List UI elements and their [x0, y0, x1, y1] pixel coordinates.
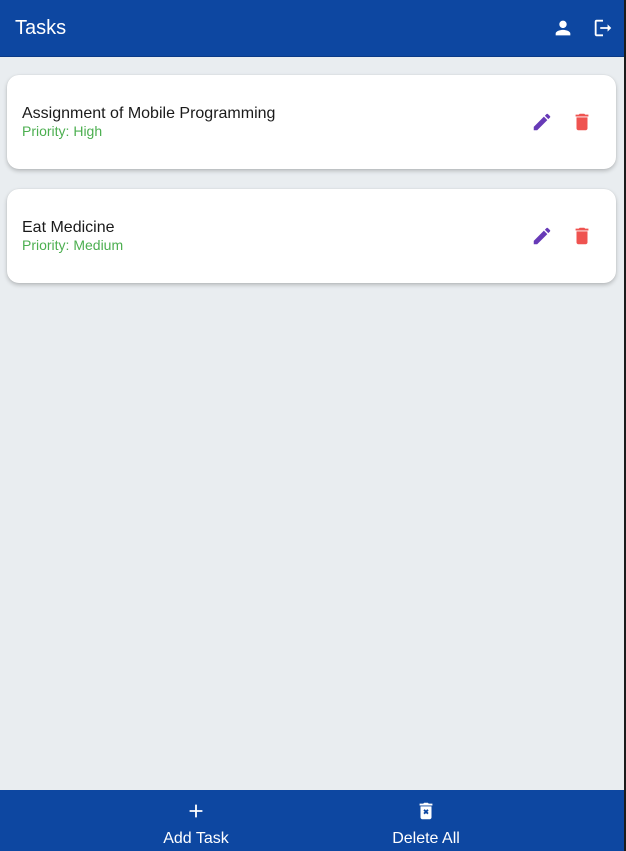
trash-icon — [575, 227, 589, 245]
task-priority: Priority: Medium — [22, 237, 124, 253]
delete-task-button[interactable] — [570, 224, 594, 248]
delete-all-icon — [419, 802, 433, 820]
add-task-label: Add Task — [163, 830, 229, 847]
task-card[interactable]: Assignment of Mobile Programming Priorit… — [7, 75, 616, 169]
plus-icon — [189, 804, 203, 818]
task-title: Eat Medicine — [22, 219, 115, 236]
bottom-navigation: Add Task Delete All — [0, 790, 626, 851]
app-bar: Tasks — [0, 0, 626, 57]
task-text: Eat Medicine Priority: Medium — [22, 218, 123, 254]
task-card[interactable]: Eat Medicine Priority: Medium — [7, 189, 616, 283]
edit-icon — [533, 227, 551, 245]
delete-all-button[interactable]: Delete All — [376, 790, 476, 851]
logout-button[interactable] — [590, 15, 616, 41]
edit-icon — [533, 113, 551, 131]
trash-icon — [575, 113, 589, 131]
profile-button[interactable] — [550, 15, 576, 41]
page-title: Tasks — [15, 16, 67, 39]
app-bar-actions — [550, 15, 616, 41]
task-actions — [530, 110, 594, 134]
delete-all-label: Delete All — [392, 830, 460, 847]
task-text: Assignment of Mobile Programming Priorit… — [22, 104, 275, 140]
task-actions — [530, 224, 594, 248]
edit-task-button[interactable] — [530, 110, 554, 134]
logout-icon — [594, 19, 612, 37]
add-task-button[interactable]: Add Task — [146, 790, 246, 851]
edit-task-button[interactable] — [530, 224, 554, 248]
delete-task-button[interactable] — [570, 110, 594, 134]
person-icon — [555, 20, 571, 36]
task-priority: Priority: High — [22, 123, 103, 139]
task-title: Assignment of Mobile Programming — [22, 105, 276, 122]
task-list: Assignment of Mobile Programming Priorit… — [7, 75, 616, 303]
